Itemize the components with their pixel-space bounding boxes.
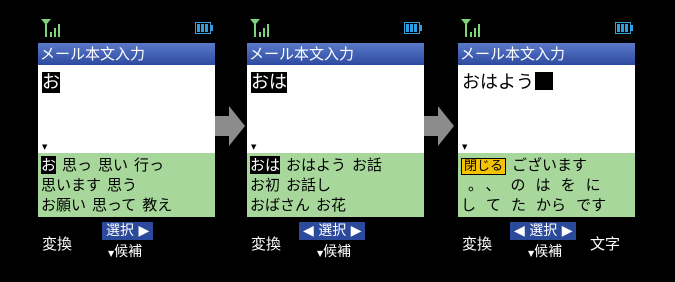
status-bar xyxy=(456,16,637,40)
candidate-row: 。、のはをに xyxy=(468,175,611,196)
candidate-item[interactable]: 思い xyxy=(98,156,128,174)
phone-screen-2: メール本文入力 おは ▼ おは おはよう お話 お初 お話し おばさん お花 変換 ◀ … xyxy=(245,16,426,264)
candidate-item[interactable]: 教え xyxy=(142,196,172,214)
candidate-item[interactable]: 。 xyxy=(468,176,476,194)
candidate-item-selected[interactable]: お xyxy=(41,156,57,174)
screen-title: メール本文入力 xyxy=(247,43,424,65)
candidate-row: 閉じる ございます xyxy=(461,155,593,177)
candidate-item[interactable]: です xyxy=(576,196,606,214)
candidate-list: おは おはよう お話 お初 お話し おばさん お花 xyxy=(247,153,424,217)
committed-text: おはよう xyxy=(462,72,534,93)
candidate-label: 候補 xyxy=(323,244,352,260)
convert-label: 変換 xyxy=(457,231,493,253)
candidate-row: おは おはよう お話 xyxy=(250,155,388,176)
candidate-row: してたから です xyxy=(461,195,616,216)
candidate-row: 思います 思う xyxy=(41,175,143,196)
convert-label: 変換 xyxy=(37,231,73,253)
select-label: 選択 xyxy=(106,223,134,239)
candidate-item[interactable]: た xyxy=(511,196,526,214)
candidate-item[interactable]: を xyxy=(561,176,576,194)
message-text-area[interactable]: おは ▼ xyxy=(247,65,424,153)
candidate-item[interactable]: ございます xyxy=(512,156,587,174)
candidate-item[interactable]: おはよう xyxy=(286,156,346,174)
softkey-bar: 変換 選択 ▶ ▼候補 xyxy=(36,219,217,264)
message-text-area[interactable]: お ▼ xyxy=(38,65,215,153)
battery-icon xyxy=(615,22,633,34)
status-bar xyxy=(245,16,426,40)
close-candidates-button[interactable]: 閉じる xyxy=(461,158,507,175)
candidate-softkey[interactable]: ▼候補 xyxy=(317,241,351,261)
convert-label: 変換 xyxy=(246,231,282,253)
select-softkey[interactable]: ◀ 選択 ▶ xyxy=(299,222,366,240)
candidate-item[interactable]: おばさん xyxy=(250,196,310,214)
screen-title: メール本文入力 xyxy=(458,43,635,65)
convert-softkey[interactable]: 変換 xyxy=(457,231,493,254)
candidate-item[interactable]: 行っ xyxy=(134,156,164,174)
composed-text: おはよう xyxy=(462,72,553,94)
left-arrow-icon: ◀ xyxy=(303,223,314,239)
signal-antenna-icon xyxy=(461,19,480,37)
candidate-row: お思っ 思い 行っ xyxy=(41,155,170,176)
candidate-item[interactable]: に xyxy=(586,176,601,194)
candidate-softkey[interactable]: ▼候補 xyxy=(528,241,562,261)
candidate-row: おばさん お花 xyxy=(250,195,352,216)
message-text-area[interactable]: おはよう ▼ xyxy=(458,65,635,153)
signal-antenna-icon xyxy=(250,19,269,37)
phone-screen-1: メール本文入力 お ▼ お思っ 思い 行っ 思います 思う お願い 思って 教え 変換 選… xyxy=(36,16,217,264)
candidate-row: お願い 思って 教え xyxy=(41,195,178,216)
candidate-item[interactable]: 思います xyxy=(41,176,101,194)
scroll-down-indicator: ▼ xyxy=(251,143,257,151)
candidate-label: 候補 xyxy=(534,244,563,260)
candidate-item[interactable]: お初 xyxy=(250,176,280,194)
candidate-item[interactable]: 思っ xyxy=(62,156,92,174)
candidate-item[interactable]: から xyxy=(536,196,566,214)
select-softkey[interactable]: ◀ 選択 ▶ xyxy=(510,222,577,240)
candidate-item[interactable]: の xyxy=(511,176,526,194)
battery-icon xyxy=(195,22,213,34)
candidate-item[interactable]: 、 xyxy=(486,176,501,194)
convert-softkey[interactable]: 変換 xyxy=(37,231,73,254)
candidate-item[interactable]: 思う xyxy=(107,176,137,194)
softkey-bar: 変換 ◀ 選択 ▶ ▼候補 xyxy=(245,219,426,264)
left-arrow-icon: ◀ xyxy=(514,223,525,239)
character-label: 文字 xyxy=(585,231,621,253)
candidate-label: 候補 xyxy=(114,244,143,260)
text-cursor xyxy=(535,72,553,90)
phone-screen-3: メール本文入力 おはよう ▼ 閉じる ございます 。、のはをに してたから です 変… xyxy=(456,16,637,264)
candidate-row: お初 お話し xyxy=(250,175,337,196)
right-arrow-icon: ▶ xyxy=(561,223,573,239)
right-arrow-icon: ▶ xyxy=(138,223,150,239)
transition-arrow-icon xyxy=(215,106,245,146)
transition-arrow-icon xyxy=(424,106,454,146)
status-bar xyxy=(36,16,217,40)
candidate-list: お思っ 思い 行っ 思います 思う お願い 思って 教え xyxy=(38,153,215,217)
scroll-down-indicator: ▼ xyxy=(462,143,468,151)
candidate-item[interactable]: し xyxy=(461,196,476,214)
candidate-item[interactable]: 思って xyxy=(92,196,136,214)
candidate-item[interactable]: て xyxy=(486,196,501,214)
composed-text: おは xyxy=(251,72,287,94)
candidate-item[interactable]: お花 xyxy=(316,196,346,214)
composing-text: お xyxy=(42,72,60,93)
battery-icon xyxy=(404,22,422,34)
softkey-bar: 変換 ◀ 選択 ▶ ▼候補 文字 xyxy=(456,219,637,264)
select-label: 選択 xyxy=(318,223,347,239)
candidate-item[interactable]: お願い xyxy=(41,196,86,214)
screen-title: メール本文入力 xyxy=(38,43,215,65)
composed-text: お xyxy=(42,72,60,94)
candidate-item-selected[interactable]: おは xyxy=(250,156,281,174)
candidate-item[interactable]: お話 xyxy=(352,156,382,174)
convert-softkey[interactable]: 変換 xyxy=(246,231,282,254)
select-label: 選択 xyxy=(529,223,558,239)
candidate-list: 閉じる ございます 。、のはをに してたから です xyxy=(458,153,635,217)
candidate-item[interactable]: は xyxy=(536,176,551,194)
signal-antenna-icon xyxy=(41,19,60,37)
composing-text: おは xyxy=(251,72,287,93)
scroll-down-indicator: ▼ xyxy=(42,143,48,151)
candidate-softkey[interactable]: ▼候補 xyxy=(108,241,142,261)
candidate-item[interactable]: お話し xyxy=(286,176,331,194)
select-softkey[interactable]: 選択 ▶ xyxy=(102,222,154,240)
character-softkey[interactable]: 文字 xyxy=(585,231,621,254)
right-arrow-icon: ▶ xyxy=(350,223,362,239)
